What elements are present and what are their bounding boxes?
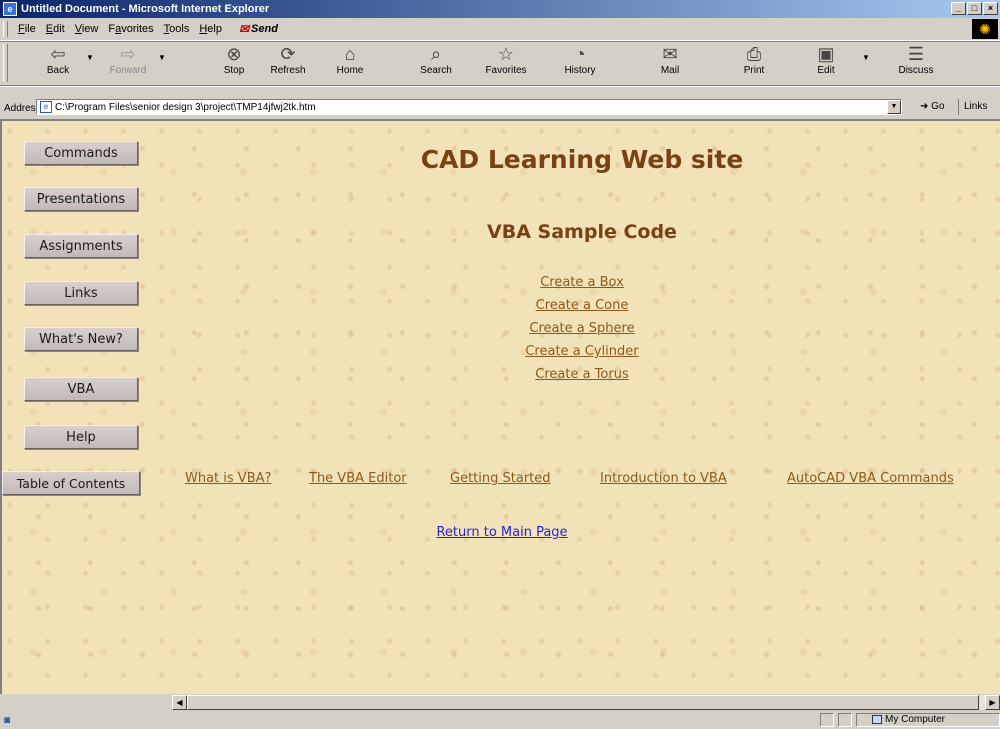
create-cylinder-link[interactable]: Create a Cylinder — [482, 340, 682, 363]
address-bar: Address e C:\Program Files\senior design… — [0, 97, 1000, 119]
nav-links-button[interactable]: Links — [24, 281, 138, 305]
nav-vba-button[interactable]: VBA — [24, 377, 138, 401]
back-arrow-icon: ⇦ — [50, 44, 66, 64]
search-icon: ⌕ — [430, 44, 442, 64]
back-button[interactable]: ⇦ Back — [32, 43, 84, 76]
create-sphere-link[interactable]: Create a Sphere — [482, 317, 682, 340]
address-dropdown-arrow[interactable]: ▼ — [887, 100, 901, 114]
history-button[interactable]: ◔ History — [554, 43, 606, 76]
menu-edit[interactable]: Edit — [41, 23, 70, 35]
address-value: C:\Program Files\senior design 3\project… — [55, 101, 316, 113]
standard-toolbar: ⇦ Back ▼ ⇨ Forward ▼ ⊗ Stop ⟳ Refresh ⌂ Home … — [0, 41, 1000, 86]
status-panel — [820, 713, 834, 727]
go-arrow-icon: ➜ — [920, 101, 929, 112]
create-cone-link[interactable]: Create a Cone — [482, 294, 682, 317]
mail-icon: ✉ — [662, 44, 678, 64]
mail-button[interactable]: ✉ Mail — [644, 43, 696, 76]
site-title: CAD Learning Web site — [420, 145, 744, 174]
print-icon: ⎙ — [746, 44, 762, 64]
edit-button[interactable]: ▣ Edit — [800, 43, 852, 76]
discuss-button[interactable]: ☰ Discuss — [890, 43, 942, 76]
scroll-left-arrow[interactable]: ◀ — [172, 695, 187, 710]
nav-table-of-contents-button[interactable]: Table of Contents — [2, 471, 140, 495]
menu-view[interactable]: View — [70, 23, 104, 35]
menu-bar: File Edit View Favorites Tools Help ✉ Sen… — [0, 18, 1000, 41]
status-panel — [838, 713, 852, 727]
edit-icon: ▣ — [817, 44, 835, 64]
links-button[interactable]: Links — [958, 99, 987, 115]
create-torus-link[interactable]: Create a Torus — [482, 363, 682, 386]
history-icon: ◔ — [574, 44, 586, 64]
return-link-row: Return to Main Page — [2, 525, 1000, 540]
home-button[interactable]: ⌂ Home — [324, 43, 376, 76]
forward-button[interactable]: ⇨ Forward — [102, 43, 154, 76]
nav-whats-new-button[interactable]: What's New? — [24, 327, 138, 351]
nav-help-button[interactable]: Help — [24, 425, 138, 449]
menu-tools[interactable]: Tools — [159, 23, 195, 35]
scrollbar-thumb[interactable] — [187, 695, 979, 710]
section-title: VBA Sample Code — [487, 221, 677, 243]
ie-page-icon: e — [3, 2, 17, 16]
introduction-to-vba-link[interactable]: Introduction to VBA — [600, 471, 727, 486]
send-button[interactable]: ✉ Send — [239, 22, 278, 36]
go-button[interactable]: ➜ Go — [920, 101, 945, 112]
security-zone: My Computer — [872, 714, 945, 725]
nav-commands-button[interactable]: Commands — [24, 141, 138, 165]
discuss-icon: ☰ — [907, 44, 925, 64]
scroll-right-arrow[interactable]: ▶ — [985, 695, 1000, 710]
sample-code-list: Create a Box Create a Cone Create a Sphe… — [482, 271, 682, 386]
getting-started-link[interactable]: Getting Started — [450, 471, 551, 486]
vba-editor-link[interactable]: The VBA Editor — [309, 471, 407, 486]
zone-label: My Computer — [885, 714, 946, 725]
stop-icon: ⊗ — [226, 44, 242, 64]
refresh-icon: ⟳ — [280, 44, 296, 64]
menu-help[interactable]: Help — [194, 23, 227, 35]
status-bar: ◙ My Computer — [0, 711, 1000, 729]
stop-button[interactable]: ⊗ Stop — [208, 43, 260, 76]
horizontal-scrollbar[interactable]: ◀ ▶ — [172, 694, 1000, 710]
autocad-vba-commands-link[interactable]: AutoCAD VBA Commands — [787, 471, 954, 486]
menu-favorites[interactable]: Favorites — [103, 23, 158, 35]
menu-file[interactable]: File — [13, 23, 41, 35]
page-content: Commands Presentations Assignments Links… — [0, 119, 1000, 694]
page-icon: e — [40, 101, 52, 113]
toolbar-grip[interactable] — [3, 21, 8, 37]
print-button[interactable]: ⎙ Print — [728, 43, 780, 76]
favorites-icon: ☆ — [497, 44, 515, 64]
forward-arrow-icon: ⇨ — [120, 44, 136, 64]
forward-dropdown-arrow[interactable]: ▼ — [158, 53, 166, 62]
what-is-vba-link[interactable]: What is VBA? — [185, 471, 271, 486]
search-button[interactable]: ⌕ Search — [410, 43, 462, 76]
send-icon: ✉ — [238, 22, 250, 36]
nav-assignments-button[interactable]: Assignments — [24, 234, 138, 258]
back-dropdown-arrow[interactable]: ▼ — [86, 53, 94, 62]
window-title: Untitled Document - Microsoft Internet E… — [21, 3, 270, 15]
refresh-button[interactable]: ⟳ Refresh — [262, 43, 314, 76]
minimize-button[interactable]: _ — [951, 2, 966, 15]
ie-logo-icon: ✺ — [972, 19, 998, 39]
home-icon: ⌂ — [344, 44, 356, 64]
return-to-main-page-link[interactable]: Return to Main Page — [436, 525, 567, 540]
favorites-button[interactable]: ☆ Favorites — [480, 43, 532, 76]
create-box-link[interactable]: Create a Box — [482, 271, 682, 294]
toolbar-grip[interactable] — [3, 44, 8, 82]
title-bar: e Untitled Document - Microsoft Internet… — [0, 0, 1000, 18]
edit-dropdown-arrow[interactable]: ▼ — [862, 53, 870, 62]
close-button[interactable]: × — [983, 2, 998, 15]
page-status-icon: ◙ — [4, 714, 11, 726]
maximize-button[interactable]: □ — [967, 2, 982, 15]
address-input[interactable]: e C:\Program Files\senior design 3\proje… — [36, 99, 902, 115]
my-computer-icon — [872, 715, 882, 724]
nav-presentations-button[interactable]: Presentations — [24, 187, 138, 211]
